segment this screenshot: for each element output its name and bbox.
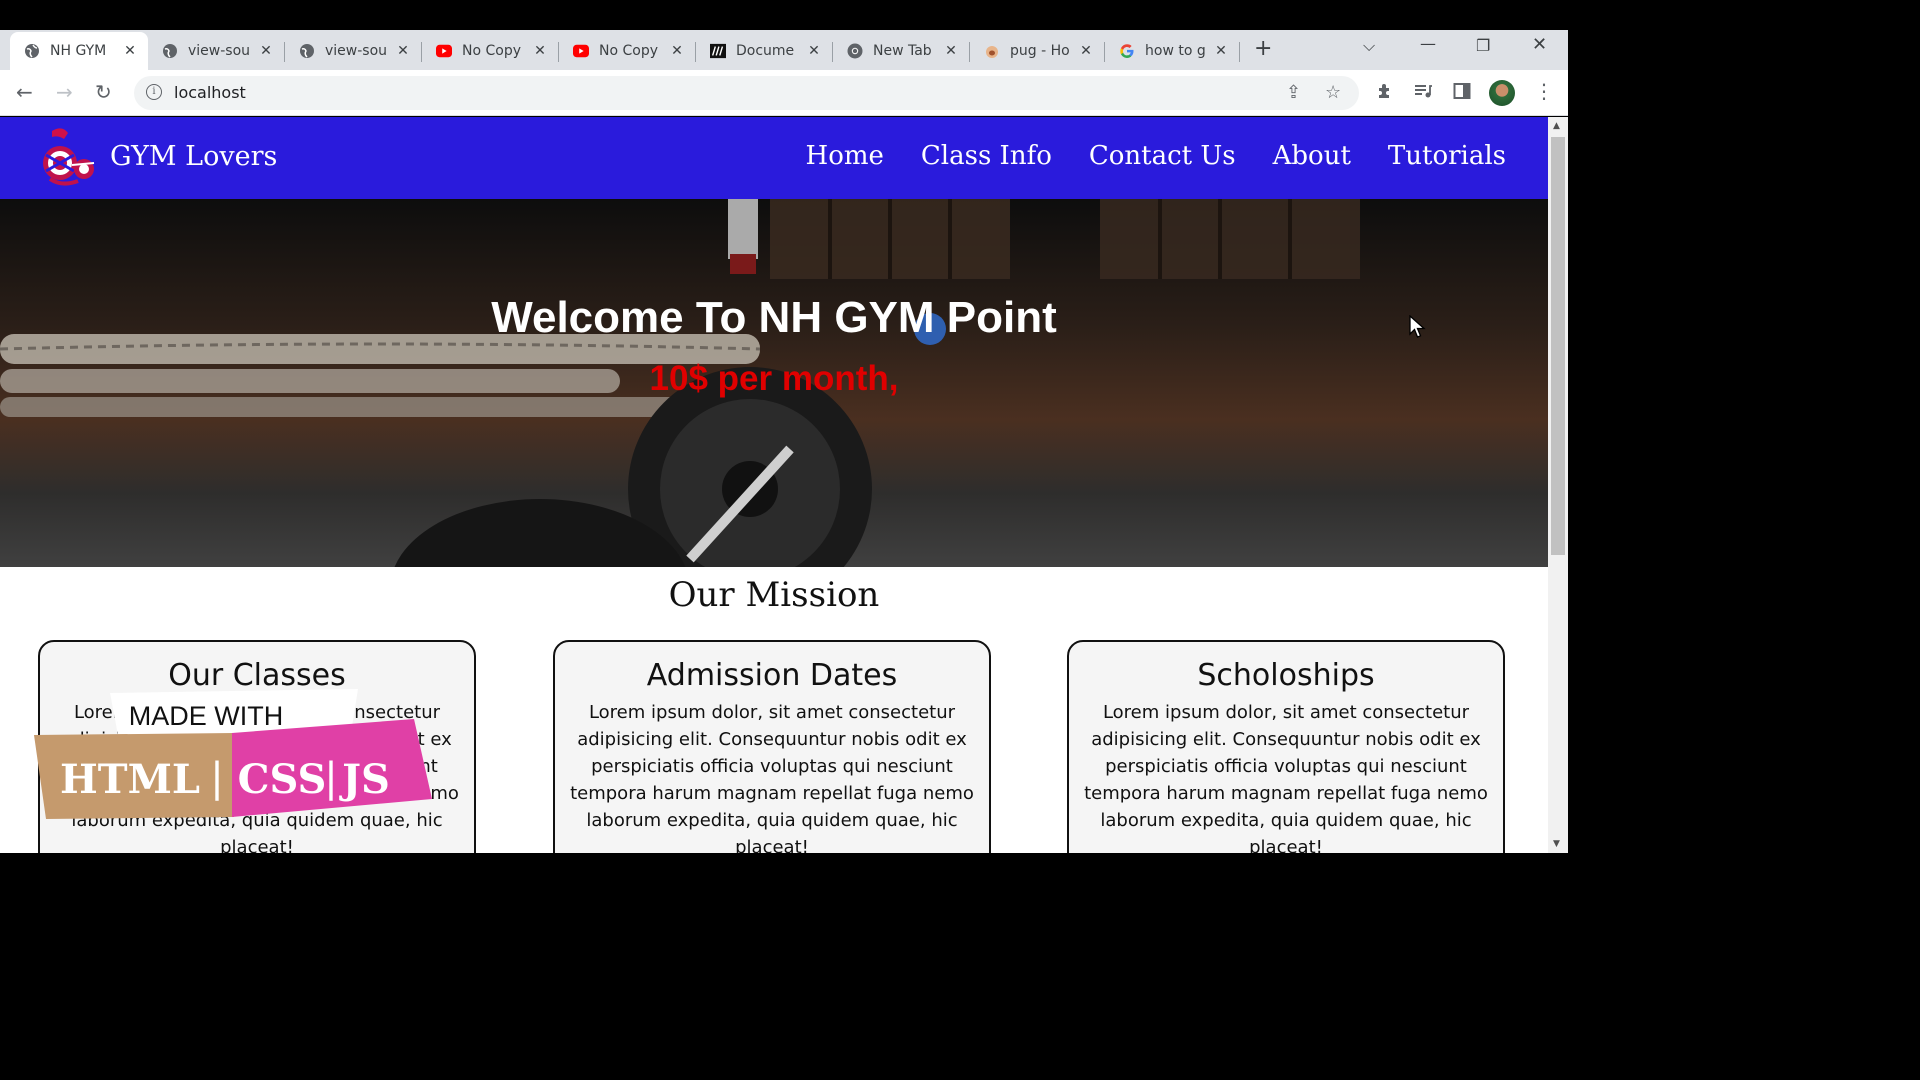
chrome-icon (847, 43, 863, 59)
close-window-icon[interactable]: ✕ (1532, 34, 1547, 55)
close-icon[interactable]: ✕ (806, 43, 822, 59)
badge-css: CSS (238, 756, 327, 803)
browser-tab[interactable]: pug - Ho ✕ (970, 32, 1104, 70)
badge-html: HTML (60, 756, 200, 803)
card-body: Lorem ipsum dolor, sit amet consectetur … (1084, 702, 1488, 853)
pug-icon (984, 43, 1000, 59)
hero-title: Welcome To NH GYM Point (491, 293, 1057, 342)
forward-icon[interactable]: → (56, 80, 73, 104)
reload-icon[interactable]: ↻ (95, 80, 112, 104)
close-icon[interactable]: ✕ (395, 43, 411, 59)
vertical-scrollbar[interactable]: ▲ ▼ (1548, 117, 1568, 853)
restore-icon[interactable]: ❐ (1476, 36, 1490, 55)
address-bar[interactable]: i localhost ⇪ ☆ (134, 76, 1359, 110)
close-icon[interactable]: ✕ (532, 43, 548, 59)
brand-name[interactable]: GYM Lovers (110, 141, 277, 172)
tab-title: Docume (736, 43, 795, 59)
card-body: Lorem ipsum dolor, sit amet consectetur … (570, 702, 974, 853)
browser-tab[interactable]: view-sou ✕ (285, 32, 421, 70)
nav-link-class-info[interactable]: Class Info (921, 141, 1052, 171)
hero-banner: Welcome To NH GYM Point 10$ per month, (0, 199, 1548, 567)
browser-tab[interactable]: NH GYM ✕ (10, 32, 148, 70)
close-icon[interactable]: ✕ (1078, 43, 1094, 59)
tab-title: view-sou (325, 43, 388, 59)
info-icon[interactable]: i (146, 84, 162, 100)
hero-price: 10$ per month, (649, 359, 899, 398)
screen-top-bar (0, 0, 1568, 30)
browser-tab[interactable]: No Copy ✕ (559, 32, 695, 70)
close-icon[interactable]: ✕ (669, 43, 685, 59)
globe-icon (299, 43, 315, 59)
media-control-icon[interactable] (1413, 82, 1433, 105)
nav-link-contact-us[interactable]: Contact Us (1089, 141, 1236, 171)
browser-tab-strip: NH GYM ✕ view-sou ✕ view-sou ✕ No Copy ✕… (0, 30, 1568, 70)
site-nav-links: Home Class Info Contact Us About Tutoria… (806, 141, 1506, 171)
tab-search-chevron-icon[interactable]: ⌵ (1363, 36, 1375, 56)
scrollbar-thumb[interactable] (1551, 137, 1565, 555)
close-icon[interactable]: ✕ (258, 43, 274, 59)
scroll-down-icon[interactable]: ▼ (1553, 839, 1560, 849)
bookmark-star-icon[interactable]: ☆ (1325, 82, 1341, 103)
browser-tab[interactable]: view-sou ✕ (148, 32, 284, 70)
tab-title: New Tab (873, 43, 932, 59)
scroll-up-icon[interactable]: ▲ (1553, 121, 1560, 131)
tab-title: No Copy (462, 43, 522, 59)
card-title: Scholoships (1197, 658, 1375, 693)
minimize-icon[interactable]: — (1420, 34, 1436, 53)
tab-title: pug - Ho (1010, 43, 1070, 59)
tab-title: NH GYM (50, 43, 107, 59)
close-icon[interactable]: ✕ (943, 43, 959, 59)
page-viewport: GYM Lovers Home Class Info Contact Us Ab… (0, 117, 1548, 853)
youtube-icon (436, 43, 452, 59)
google-icon (1119, 43, 1135, 59)
mdn-icon (710, 43, 726, 59)
site-navbar: GYM Lovers Home Class Info Contact Us Ab… (0, 117, 1548, 199)
close-icon[interactable]: ✕ (122, 43, 138, 59)
side-panel-icon[interactable] (1453, 82, 1471, 105)
more-menu-icon[interactable]: ⋮ (1534, 79, 1554, 103)
badge-js: JS (339, 756, 390, 803)
browser-tab[interactable]: New Tab ✕ (833, 32, 969, 70)
browser-toolbar: ← → ↻ i localhost ⇪ ☆ ⋮ (0, 70, 1568, 116)
tab-title: No Copy (599, 43, 659, 59)
browser-tab[interactable]: Docume ✕ (696, 32, 832, 70)
gym-logo-icon (43, 128, 95, 186)
address-url[interactable]: localhost (174, 83, 246, 102)
browser-tab[interactable]: how to g ✕ (1105, 32, 1239, 70)
youtube-icon (573, 43, 589, 59)
extensions-icon[interactable] (1375, 82, 1393, 105)
mouse-cursor-icon (1409, 315, 1426, 338)
share-icon[interactable]: ⇪ (1286, 82, 1301, 103)
close-icon[interactable]: ✕ (1213, 43, 1229, 59)
back-icon[interactable]: ← (16, 80, 33, 104)
badge-made-with: MADE WITH (129, 701, 284, 731)
browser-tab[interactable]: No Copy ✕ (422, 32, 558, 70)
card-admission-dates: Admission Dates Lorem ipsum dolor, sit a… (553, 640, 991, 853)
tab-separator (1239, 42, 1240, 62)
section-title: Our Mission (668, 575, 880, 615)
nav-link-tutorials[interactable]: Tutorials (1388, 141, 1506, 171)
globe-icon (24, 43, 40, 59)
tab-title: view-sou (188, 43, 251, 59)
screen-bottom-bar (0, 853, 1568, 882)
badge-divider: | (210, 755, 223, 801)
profile-avatar[interactable] (1489, 80, 1515, 106)
new-tab-icon[interactable]: + (1254, 38, 1272, 60)
card-title: Admission Dates (646, 658, 898, 693)
made-with-badge: MADE WITH HTML | CSS | JS (34, 689, 432, 819)
globe-icon (162, 43, 178, 59)
badge-divider: | (324, 755, 337, 801)
nav-link-home[interactable]: Home (806, 141, 884, 171)
card-title: Our Classes (168, 658, 346, 693)
card-scholarships: Scholoships Lorem ipsum dolor, sit amet … (1067, 640, 1505, 853)
nav-link-about[interactable]: About (1273, 141, 1351, 171)
tab-title: how to g (1145, 43, 1206, 59)
